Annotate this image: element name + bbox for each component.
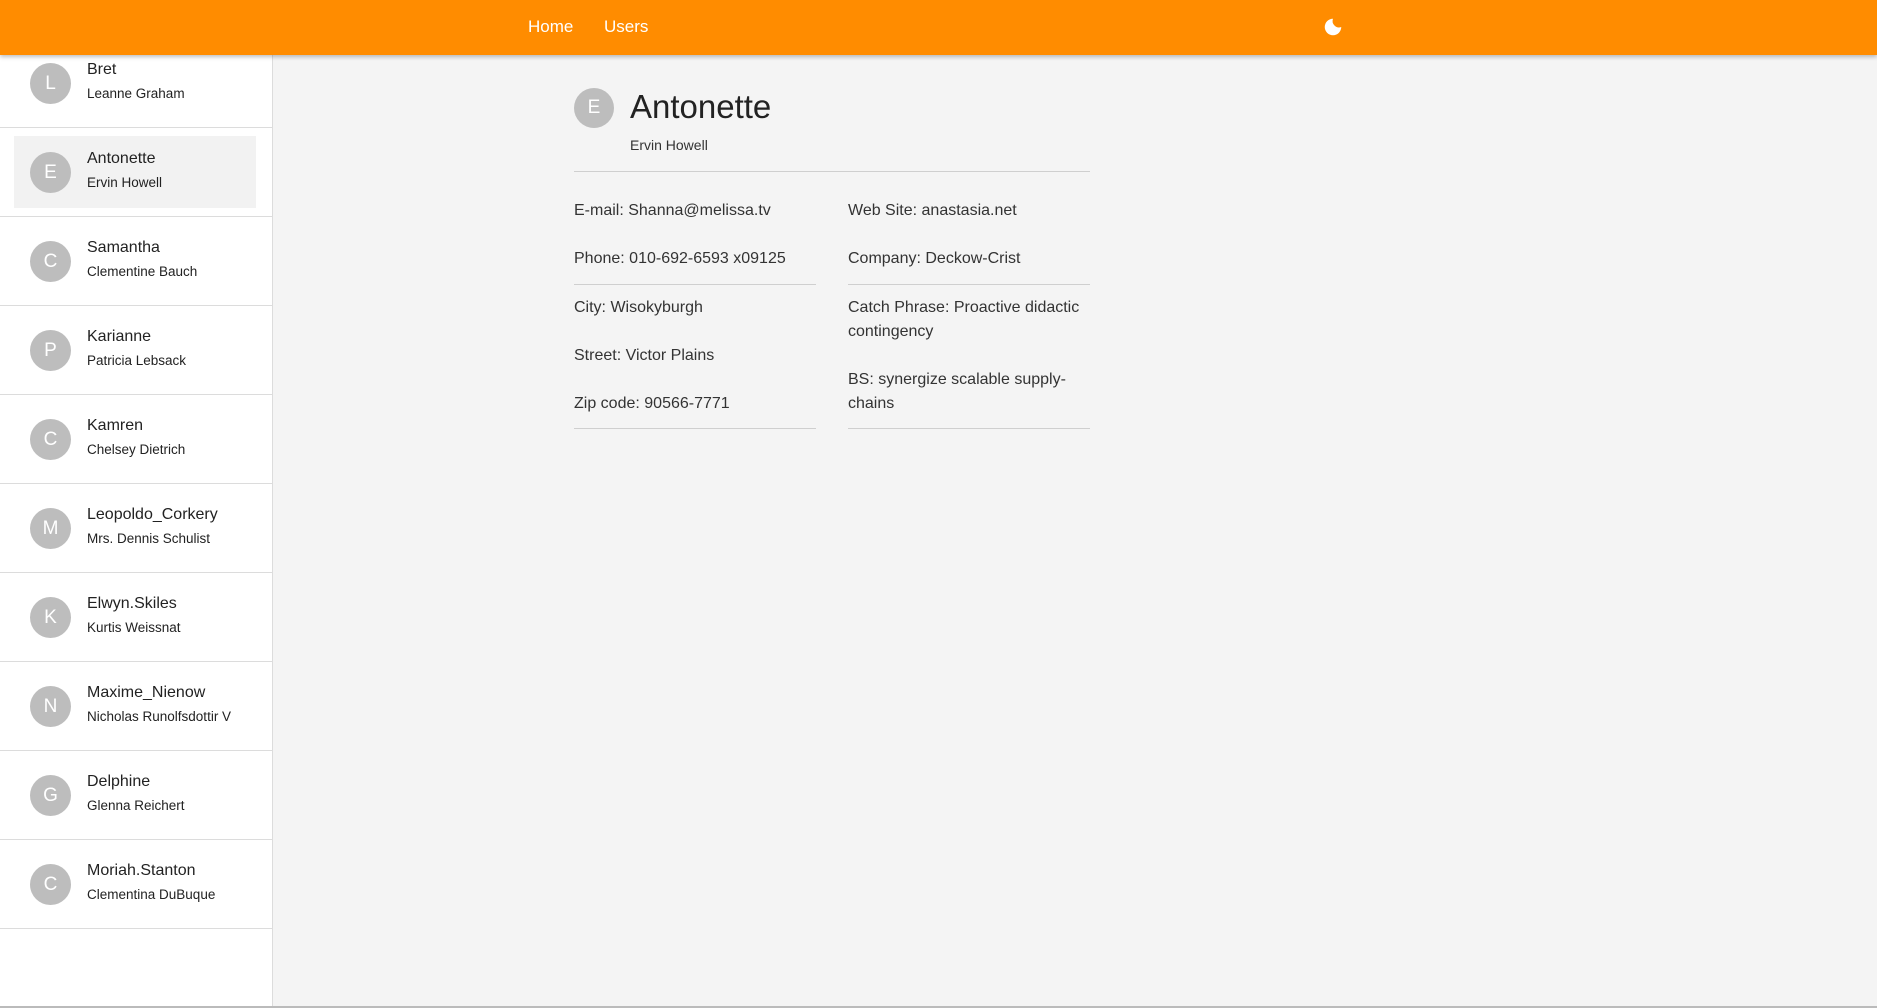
- divider: [574, 428, 816, 429]
- detail-username: Antonette: [630, 88, 772, 125]
- zip-field: Zip code: 90566-7771: [574, 392, 730, 416]
- bs-value: synergize scalable supply-chains: [848, 371, 1066, 412]
- user-list-sidebar: L Bret Leanne Graham E Antonette Ervin H…: [0, 55, 273, 1008]
- phone-label: Phone:: [574, 250, 625, 267]
- user-list-item-samantha[interactable]: C Samantha Clementine Bauch: [0, 217, 272, 306]
- user-username: Delphine: [87, 773, 151, 790]
- email-field: E-mail: Shanna@melissa.tv: [574, 199, 771, 223]
- street-value: Victor Plains: [625, 347, 715, 364]
- website-label: Web Site:: [848, 202, 918, 219]
- user-fullname: Chelsey Dietrich: [87, 442, 186, 457]
- zip-label: Zip code:: [574, 395, 640, 412]
- user-username: Maxime_Nienow: [87, 684, 206, 701]
- street-label: Street:: [574, 347, 622, 364]
- user-username: Moriah.Stanton: [87, 862, 196, 879]
- nav-users-link[interactable]: Users: [604, 17, 648, 37]
- user-fullname: Patricia Lebsack: [87, 353, 187, 368]
- user-list-item-elwyn-skiles[interactable]: K Elwyn.Skiles Kurtis Weissnat: [0, 573, 272, 662]
- avatar: G: [30, 775, 71, 816]
- city-field: City: Wisokyburgh: [574, 296, 703, 320]
- bs-label: BS:: [848, 371, 874, 388]
- detail-fullname: Ervin Howell: [630, 137, 708, 153]
- user-fullname: Clementina DuBuque: [87, 887, 216, 902]
- catchphrase-label: Catch Phrase:: [848, 299, 950, 316]
- user-fullname: Mrs. Dennis Schulist: [87, 531, 211, 546]
- website-field: Web Site: anastasia.net: [848, 199, 1017, 223]
- email-label: E-mail:: [574, 202, 624, 219]
- top-app-bar: Home Users: [0, 0, 1877, 55]
- avatar: C: [30, 864, 71, 905]
- divider: [848, 284, 1090, 285]
- user-username: Antonette: [87, 150, 156, 167]
- user-fullname: Kurtis Weissnat: [87, 620, 181, 635]
- user-username: Bret: [87, 61, 117, 78]
- phone-value: 010-692-6593 x09125: [629, 250, 786, 267]
- avatar: E: [30, 152, 71, 193]
- user-username: Kamren: [87, 417, 144, 434]
- avatar: N: [30, 686, 71, 727]
- email-value: Shanna@melissa.tv: [628, 202, 771, 219]
- city-label: City:: [574, 299, 606, 316]
- user-list-item-antonette[interactable]: E Antonette Ervin Howell: [0, 128, 272, 217]
- company-field: Company: Deckow-Crist: [848, 247, 1021, 271]
- avatar: L: [30, 63, 71, 104]
- user-username: Leopoldo_Corkery: [87, 506, 218, 523]
- moon-icon[interactable]: [1322, 16, 1344, 38]
- avatar: C: [30, 419, 71, 460]
- zip-value: 90566-7771: [644, 395, 730, 412]
- user-username: Elwyn.Skiles: [87, 595, 177, 612]
- catchphrase-field: Catch Phrase: Proactive didactic conting…: [848, 296, 1093, 344]
- avatar: M: [30, 508, 71, 549]
- user-list-item-leopoldo-corkery[interactable]: M Leopoldo_Corkery Mrs. Dennis Schulist: [0, 484, 272, 573]
- phone-field: Phone: 010-692-6593 x09125: [574, 247, 786, 271]
- detail-avatar: E: [574, 88, 614, 128]
- user-fullname: Clementine Bauch: [87, 264, 198, 279]
- avatar: C: [30, 241, 71, 282]
- user-list-item-kamren[interactable]: C Kamren Chelsey Dietrich: [0, 395, 272, 484]
- nav-home-link[interactable]: Home: [528, 17, 573, 37]
- divider: [848, 428, 1090, 429]
- company-value: Deckow-Crist: [925, 250, 1021, 267]
- user-username: Karianne: [87, 328, 152, 345]
- user-list-item-bret[interactable]: L Bret Leanne Graham: [0, 55, 272, 128]
- avatar: P: [30, 330, 71, 371]
- city-value: Wisokyburgh: [610, 299, 703, 316]
- user-fullname: Nicholas Runolfsdottir V: [87, 709, 232, 724]
- avatar: K: [30, 597, 71, 638]
- divider: [574, 284, 816, 285]
- divider: [574, 171, 1090, 172]
- user-list-item-karianne[interactable]: P Karianne Patricia Lebsack: [0, 306, 272, 395]
- user-fullname: Glenna Reichert: [87, 798, 185, 813]
- user-fullname: Leanne Graham: [87, 86, 185, 101]
- user-fullname: Ervin Howell: [87, 175, 163, 190]
- user-username: Samantha: [87, 239, 160, 256]
- bs-field: BS: synergize scalable supply-chains: [848, 368, 1078, 416]
- user-list-item-delphine[interactable]: G Delphine Glenna Reichert: [0, 751, 272, 840]
- website-value: anastasia.net: [921, 202, 1017, 219]
- user-list-item-moriah-stanton[interactable]: C Moriah.Stanton Clementina DuBuque: [0, 840, 272, 929]
- company-label: Company:: [848, 250, 921, 267]
- street-field: Street: Victor Plains: [574, 344, 714, 368]
- user-list-item-maxime-nienow[interactable]: N Maxime_Nienow Nicholas Runolfsdottir V: [0, 662, 272, 751]
